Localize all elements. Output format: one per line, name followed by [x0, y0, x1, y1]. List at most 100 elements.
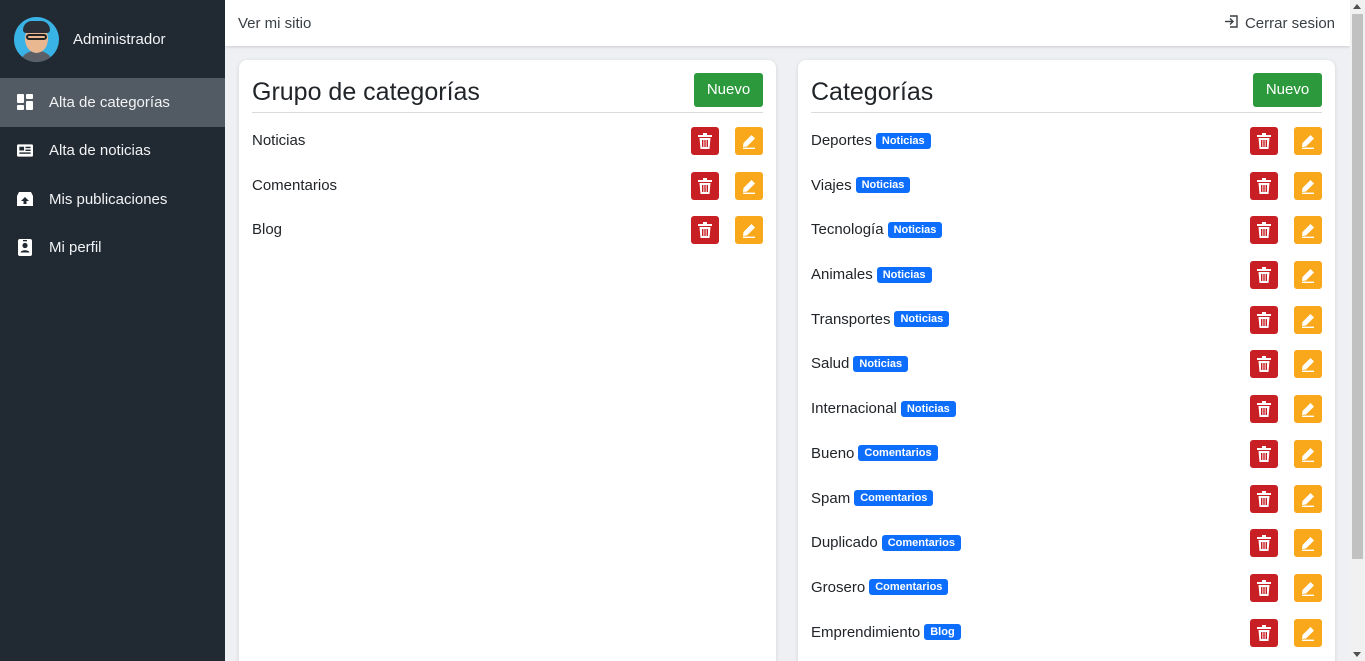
edit-button[interactable] — [1294, 261, 1322, 290]
group-row: Comentarios — [252, 171, 763, 217]
edit-button[interactable] — [1294, 127, 1322, 155]
trash-icon — [1257, 624, 1271, 641]
categories-card-title: Categorías — [811, 78, 934, 106]
category-row: Animales Noticias — [811, 261, 1322, 306]
group-badge: Comentarios — [869, 579, 949, 596]
scroll-down-arrow-icon[interactable] — [1353, 652, 1361, 657]
delete-button[interactable] — [1250, 573, 1278, 602]
edit-button[interactable] — [1294, 529, 1322, 558]
pencil-icon — [1300, 178, 1316, 194]
category-row: Bueno Comentarios — [811, 439, 1322, 485]
sidebar-item-mis-publicaciones[interactable]: Mis publicaciones — [0, 175, 225, 224]
delete-button[interactable] — [1250, 171, 1278, 200]
edit-button[interactable] — [1294, 439, 1322, 468]
delete-button[interactable] — [1250, 484, 1278, 513]
profile-card-icon — [17, 239, 33, 257]
category-name: Duplicado — [811, 534, 878, 552]
edit-button[interactable] — [1294, 484, 1322, 513]
category-name: Tecnología — [811, 221, 884, 239]
pencil-icon — [1300, 133, 1316, 149]
delete-button[interactable] — [1250, 529, 1278, 558]
scroll-up-arrow-icon[interactable] — [1353, 4, 1361, 9]
delete-button[interactable] — [691, 127, 719, 155]
delete-button[interactable] — [1250, 395, 1278, 424]
groups-card-title: Grupo de categorías — [252, 78, 480, 106]
edit-button[interactable] — [1294, 305, 1322, 334]
category-name: Emprendimiento — [811, 623, 921, 641]
delete-button[interactable] — [691, 171, 719, 200]
sidebar-item-mi-perfil[interactable]: Mi perfil — [0, 224, 225, 273]
pencil-icon — [1300, 267, 1316, 284]
edit-button[interactable] — [735, 171, 763, 200]
delete-button[interactable] — [1250, 618, 1278, 647]
new-group-button[interactable]: Nuevo — [694, 72, 763, 107]
pencil-icon — [741, 178, 757, 194]
edit-button[interactable] — [1294, 171, 1322, 200]
group-badge: Comentarios — [881, 534, 961, 551]
categories-list: Deportes Noticias Viajes Noticias Tecnología… — [811, 113, 1322, 661]
edit-button[interactable] — [1294, 216, 1322, 245]
archive-upload-icon — [17, 191, 33, 207]
logout-link[interactable]: Cerrar sesion — [1224, 14, 1335, 33]
dashboard-grid-icon — [17, 94, 33, 111]
row-actions — [691, 216, 763, 245]
trash-icon — [1257, 311, 1271, 328]
category-row: Emprendimiento Blog — [811, 618, 1322, 661]
row-actions — [1250, 573, 1322, 602]
delete-button[interactable] — [1250, 305, 1278, 334]
category-name: Deportes — [811, 132, 872, 149]
trash-icon — [1257, 535, 1271, 552]
pencil-icon — [1300, 625, 1316, 641]
page-scrollbar[interactable] — [1350, 0, 1365, 661]
delete-button[interactable] — [1250, 261, 1278, 290]
trash-icon — [1257, 222, 1271, 239]
delete-button[interactable] — [1250, 127, 1278, 155]
edit-button[interactable] — [735, 216, 763, 245]
scrollbar-thumb[interactable] — [1352, 14, 1363, 559]
categories-card-header: Categorías Nuevo — [811, 72, 1322, 113]
delete-button[interactable] — [1250, 350, 1278, 379]
pencil-icon — [741, 222, 757, 239]
category-row: Grosero Comentarios — [811, 573, 1322, 619]
new-category-button[interactable]: Nuevo — [1253, 72, 1322, 107]
row-actions — [691, 127, 763, 155]
delete-button[interactable] — [1250, 216, 1278, 245]
user-name: Administrador — [73, 30, 166, 48]
groups-card-header: Grupo de categorías Nuevo — [252, 72, 763, 113]
delete-button[interactable] — [691, 216, 719, 245]
category-label: Spam Comentarios — [811, 485, 934, 512]
sidebar-item-alta-categorias[interactable]: Alta de categorías — [0, 78, 225, 127]
category-row: Salud Noticias — [811, 350, 1322, 395]
trash-icon — [1257, 490, 1271, 507]
avatar — [14, 16, 59, 62]
sidebar-item-label: Mis publicaciones — [49, 190, 168, 208]
group-name: Noticias — [252, 132, 306, 149]
top-bar: Ver mi sitio Cerrar sesion — [225, 0, 1350, 46]
category-label: Duplicado Comentarios — [811, 529, 961, 556]
trash-icon — [1257, 133, 1271, 149]
edit-button[interactable] — [735, 127, 763, 155]
row-actions — [1250, 127, 1322, 155]
group-badge: Noticias — [900, 400, 956, 417]
edit-button[interactable] — [1294, 350, 1322, 379]
sidebar-item-label: Mi perfil — [49, 239, 102, 257]
logout-label: Cerrar sesion — [1244, 14, 1335, 32]
category-label: Salud Noticias — [811, 350, 909, 377]
pencil-icon — [1300, 446, 1316, 462]
edit-button[interactable] — [1294, 395, 1322, 424]
trash-icon — [1257, 445, 1271, 462]
group-badge: Noticias — [875, 132, 931, 149]
category-label: Animales Noticias — [811, 261, 932, 288]
trash-icon — [698, 133, 712, 149]
delete-button[interactable] — [1250, 439, 1278, 468]
category-name: Spam — [811, 489, 851, 507]
groups-list: Noticias Comentarios Blog — [252, 113, 763, 261]
category-label: Grosero Comentarios — [811, 574, 949, 601]
sidebar-item-alta-noticias[interactable]: Alta de noticias — [0, 127, 225, 176]
category-label: Internacional Noticias — [811, 395, 956, 422]
row-actions — [1250, 305, 1322, 334]
view-site-link[interactable]: Ver mi sitio — [238, 15, 311, 32]
pencil-icon — [1300, 535, 1316, 552]
edit-button[interactable] — [1294, 573, 1322, 602]
edit-button[interactable] — [1294, 618, 1322, 647]
